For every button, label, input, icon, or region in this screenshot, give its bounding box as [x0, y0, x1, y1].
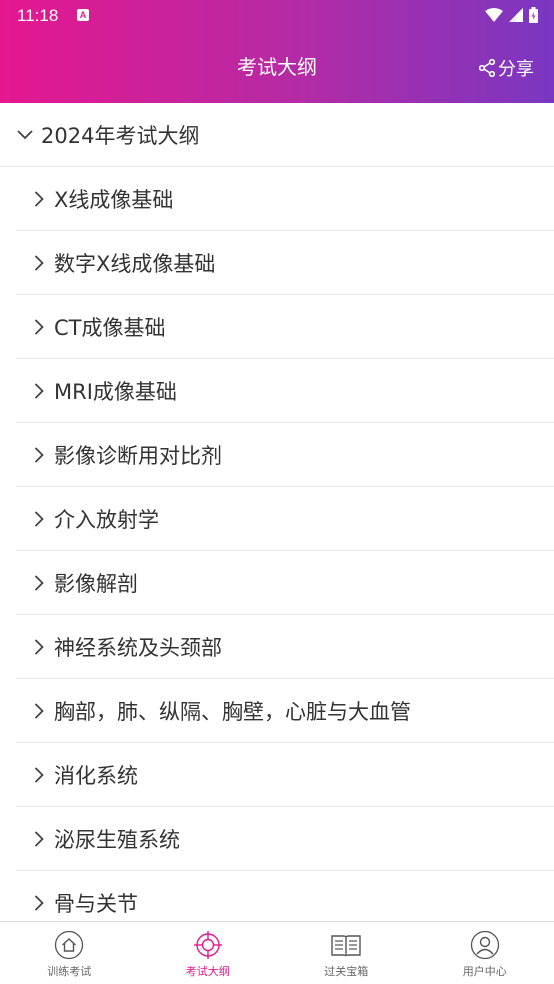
- list-item[interactable]: 泌尿生殖系统: [16, 807, 554, 871]
- chevron-right-icon: [34, 638, 44, 655]
- list-item-label: 消化系统: [54, 763, 138, 788]
- list-item[interactable]: 骨与关节: [16, 871, 554, 921]
- list-item-label: 影像解剖: [54, 571, 138, 596]
- list-item[interactable]: 介入放射学: [16, 487, 554, 551]
- list-item-label: CT成像基础: [54, 315, 166, 340]
- chevron-right-icon: [34, 254, 44, 271]
- signal-icon: [509, 8, 523, 22]
- chevron-right-icon: [34, 574, 44, 591]
- share-button[interactable]: 分享: [479, 55, 534, 81]
- section-header[interactable]: 2024年考试大纲: [0, 103, 554, 167]
- battery-icon: [529, 7, 538, 23]
- nav-label: 用户中心: [462, 965, 507, 978]
- page-title: 考试大纲: [237, 55, 317, 79]
- bottom-nav: 训练考试 考试大纲 过关宝箱 用户中心: [0, 921, 554, 984]
- chevron-right-icon: [34, 766, 44, 783]
- list-item-label: 神经系统及头颈部: [54, 635, 222, 660]
- book-icon: [330, 929, 362, 961]
- share-label: 分享: [498, 59, 534, 80]
- list-item-label: 数字X线成像基础: [54, 251, 216, 276]
- section-title: 2024年考试大纲: [41, 123, 200, 148]
- status-bar: 11:18 A: [0, 0, 554, 32]
- nav-user-center[interactable]: 用户中心: [416, 922, 554, 984]
- nav-syllabus[interactable]: 考试大纲: [139, 922, 278, 984]
- nav-training-exam[interactable]: 训练考试: [0, 922, 139, 984]
- chevron-right-icon: [34, 830, 44, 847]
- list-item[interactable]: 消化系统: [16, 743, 554, 807]
- list-item-label: 骨与关节: [54, 891, 138, 916]
- list-item-label: 介入放射学: [54, 507, 159, 532]
- list-item-label: X线成像基础: [54, 187, 174, 212]
- list-item-label: 胸部，肺、纵隔、胸壁，心脏与大血管: [54, 699, 411, 724]
- chevron-right-icon: [34, 382, 44, 399]
- list-item[interactable]: MRI成像基础: [16, 359, 554, 423]
- list-item[interactable]: CT成像基础: [16, 295, 554, 359]
- list-item[interactable]: 影像解剖: [16, 551, 554, 615]
- nav-treasure-box[interactable]: 过关宝箱: [277, 922, 416, 984]
- target-icon: [192, 929, 224, 961]
- list-item-label: 影像诊断用对比剂: [54, 443, 222, 468]
- wifi-icon: [485, 8, 503, 22]
- status-icons: [485, 7, 538, 23]
- list-item[interactable]: 胸部，肺、纵隔、胸壁，心脏与大血管: [16, 679, 554, 743]
- list-item[interactable]: X线成像基础: [16, 167, 554, 231]
- nav-label: 训练考试: [47, 965, 92, 978]
- chevron-right-icon: [34, 318, 44, 335]
- status-time: 11:18: [17, 6, 59, 25]
- chevron-right-icon: [34, 446, 44, 463]
- list-item-label: MRI成像基础: [54, 379, 177, 404]
- syllabus-list: 2024年考试大纲 X线成像基础 数字X线成像基础 CT成像基础 MRI成像基础…: [0, 103, 554, 921]
- user-icon: [469, 929, 501, 961]
- chevron-right-icon: [34, 702, 44, 719]
- list-item[interactable]: 神经系统及头颈部: [16, 615, 554, 679]
- notification-icon: A: [77, 9, 89, 21]
- chevron-right-icon: [34, 894, 44, 911]
- nav-label: 过关宝箱: [324, 965, 369, 978]
- list-item[interactable]: 影像诊断用对比剂: [16, 423, 554, 487]
- chevron-down-icon: [17, 125, 33, 144]
- app-header: 11:18 A 考试大纲 分享: [0, 0, 554, 103]
- chevron-right-icon: [34, 190, 44, 207]
- nav-label: 考试大纲: [185, 965, 230, 978]
- home-icon: [53, 929, 85, 961]
- chevron-right-icon: [34, 510, 44, 527]
- share-icon: [479, 59, 495, 77]
- list-item-label: 泌尿生殖系统: [54, 827, 180, 852]
- list-item[interactable]: 数字X线成像基础: [16, 231, 554, 295]
